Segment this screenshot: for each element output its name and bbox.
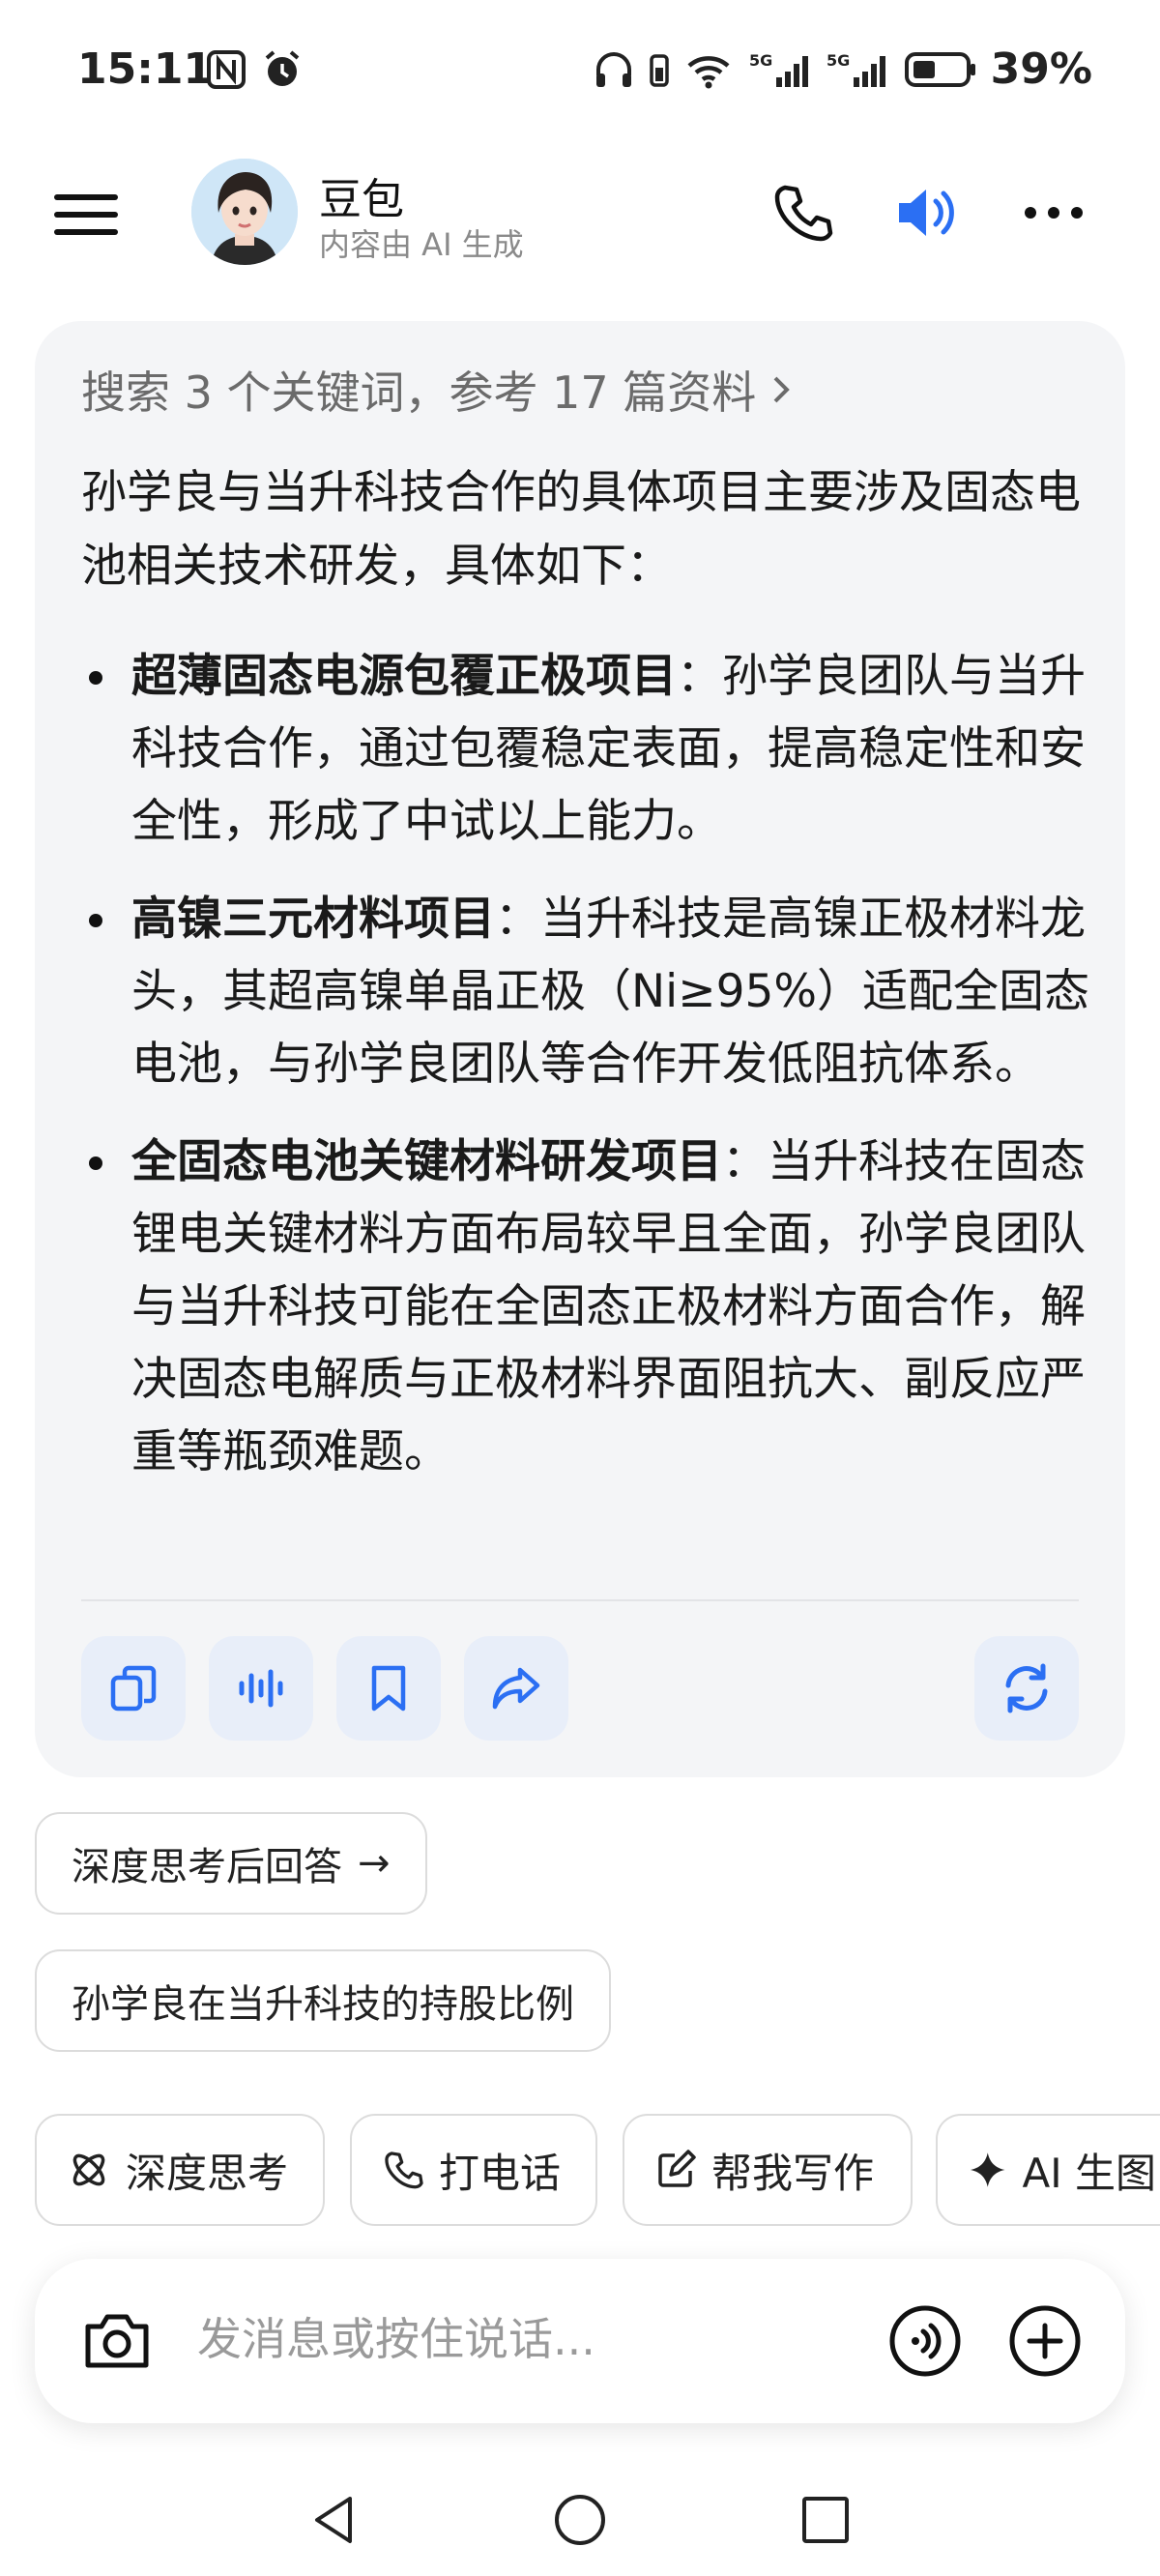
answer-intro: 孙学良与当升科技合作的具体项目主要涉及固态电池相关技术研发，具体如下： <box>81 466 1081 593</box>
quick-label: AI 生图 <box>1022 2149 1156 2197</box>
status-time: 15:11 <box>77 44 214 94</box>
sparkle-icon <box>970 2152 1005 2187</box>
nav-back-button[interactable] <box>296 2481 373 2559</box>
menu-button[interactable] <box>54 186 118 244</box>
status-right: 5G 5G 39% <box>593 44 1092 94</box>
cellular-signal-2-icon: 5G <box>826 51 885 87</box>
regenerate-icon <box>1005 1663 1048 1713</box>
plus-circle-icon <box>1009 2305 1081 2377</box>
svg-text:5G: 5G <box>749 51 772 70</box>
card-divider <box>81 1599 1079 1601</box>
quick-ai-image[interactable]: AI 生图 <box>936 2114 1160 2226</box>
chevron-right-icon <box>773 376 791 403</box>
camera-button[interactable] <box>73 2298 160 2385</box>
list-item: 高镍三元材料项目：当升科技是高镍正极材料龙头，其超高镍单晶正极（Ni≥95%）适… <box>81 883 1106 1100</box>
list-item: 超薄固态电源包覆正极项目：孙学良团队与当升科技合作，通过包覆稳定表面，提高稳定性… <box>81 640 1106 858</box>
avatar[interactable] <box>191 159 298 265</box>
arrow-right-icon: → <box>358 1841 391 1886</box>
nav-home-button[interactable] <box>541 2481 619 2559</box>
more-dots-icon <box>1025 207 1083 219</box>
avatar-portrait-icon <box>191 159 298 265</box>
quick-label: 打电话 <box>439 2149 562 2197</box>
list-item: 全固态电池关键材料研发项目：当升科技在固态锂电关键材料方面布局较早且全面，孙学良… <box>81 1126 1106 1488</box>
status-left-icons <box>205 48 304 91</box>
quick-deep-think[interactable]: 深度思考 <box>35 2114 325 2226</box>
more-options-button[interactable] <box>1015 174 1092 251</box>
back-triangle-icon <box>315 2497 352 2543</box>
share-button[interactable] <box>464 1636 568 1741</box>
copy-icon <box>110 1665 157 1712</box>
battery-earbuds-icon <box>649 53 669 87</box>
voice-call-button[interactable] <box>882 2298 969 2385</box>
item-title: 超薄固态电源包覆正极项目 <box>131 650 677 703</box>
nfc-icon <box>207 50 246 89</box>
message-input[interactable] <box>197 2313 874 2365</box>
phone-icon <box>385 2152 423 2189</box>
recents-square-icon <box>802 2497 849 2543</box>
bookmark-button[interactable] <box>336 1636 441 1741</box>
system-nav-bar <box>0 2475 1160 2576</box>
status-bar: 15:11 5G 5G 39% <box>0 0 1160 145</box>
speaker-icon <box>899 190 954 236</box>
copy-button[interactable] <box>81 1636 186 1741</box>
quick-phone-call[interactable]: 打电话 <box>350 2114 597 2226</box>
message-input-bar <box>35 2259 1125 2423</box>
answer-bullet-list: 超薄固态电源包覆正极项目：孙学良团队与当升科技合作，通过包覆稳定表面，提高稳定性… <box>81 640 1106 1513</box>
suggestion-shareholding[interactable]: 孙学良在当升科技的持股比例 <box>35 1949 611 2052</box>
cellular-signal-icon: 5G <box>749 51 808 87</box>
edit-icon <box>658 2150 696 2187</box>
voice-icon <box>239 1669 283 1708</box>
atom-icon <box>72 2153 105 2186</box>
answer-card: 搜索 3 个关键词，参考 17 篇资料 孙学良与当升科技合作的具体项目主要涉及固… <box>35 321 1125 1777</box>
chat-header: 豆包 内容由 AI 生成 <box>0 145 1160 290</box>
phone-icon <box>774 185 833 242</box>
camera-icon <box>85 2314 149 2368</box>
search-summary[interactable]: 搜索 3 个关键词，参考 17 篇资料 <box>81 358 797 422</box>
svg-text:5G: 5G <box>826 51 850 70</box>
quick-writing[interactable]: 帮我写作 <box>623 2114 913 2226</box>
add-attachment-button[interactable] <box>1001 2298 1088 2385</box>
battery-icon <box>904 51 975 87</box>
wifi-icon <box>687 55 730 88</box>
speaker-toggle-button[interactable] <box>889 174 967 251</box>
home-circle-icon <box>555 2495 605 2545</box>
suggestion-label: 深度思考后回答 <box>72 1845 342 1889</box>
regenerate-button[interactable] <box>974 1636 1079 1741</box>
item-title: 高镍三元材料项目 <box>131 893 495 946</box>
read-aloud-button[interactable] <box>209 1636 313 1741</box>
suggestion-label: 孙学良在当升科技的持股比例 <box>72 1982 574 2027</box>
quick-label: 帮我写作 <box>711 2149 875 2197</box>
phone-call-button[interactable] <box>764 174 841 251</box>
headphones-icon <box>595 51 631 87</box>
alarm-icon <box>265 50 300 86</box>
voice-wave-icon <box>889 2305 961 2377</box>
bot-subtitle: 内容由 AI 生成 <box>319 226 524 263</box>
suggestion-deep-think[interactable]: 深度思考后回答 → <box>35 1812 427 1915</box>
bot-name: 豆包 <box>319 175 404 224</box>
search-summary-text: 搜索 3 个关键词，参考 17 篇资料 <box>81 366 757 419</box>
quick-label: 深度思考 <box>126 2149 289 2197</box>
bookmark-icon <box>371 1665 406 1712</box>
item-title: 全固态电池关键材料研发项目 <box>131 1135 722 1188</box>
share-icon <box>492 1667 540 1710</box>
nav-recents-button[interactable] <box>787 2481 864 2559</box>
battery-percent: 39% <box>990 44 1092 94</box>
